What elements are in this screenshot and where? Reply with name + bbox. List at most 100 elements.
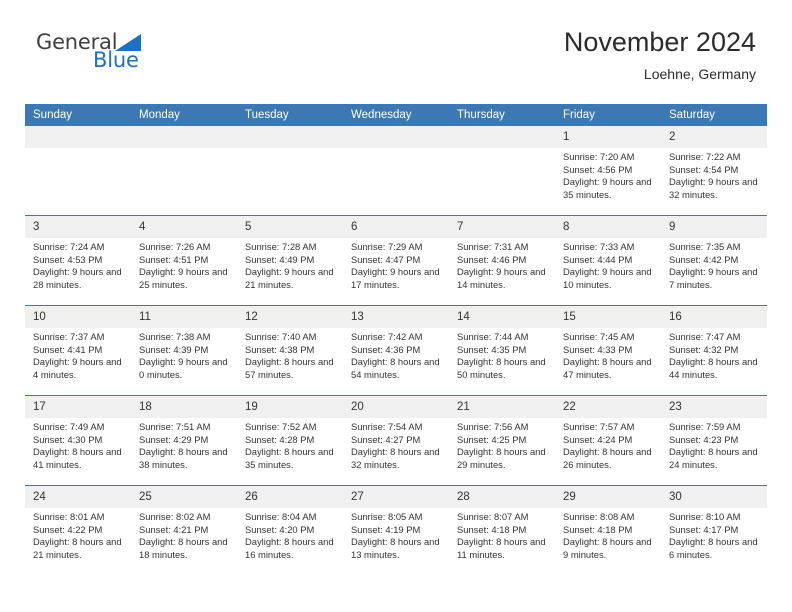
sunset-text: Sunset: 4:18 PM bbox=[563, 523, 633, 535]
day-number: 7 bbox=[449, 216, 555, 238]
calendar-day-cell-empty bbox=[131, 126, 237, 216]
sunset-text: Sunset: 4:18 PM bbox=[457, 523, 527, 535]
daylight-text: Daylight: 8 hours and 6 minutes. bbox=[669, 536, 758, 560]
sunset-text: Sunset: 4:24 PM bbox=[563, 433, 633, 445]
sunrise-text: Sunrise: 8:10 AM bbox=[669, 511, 741, 522]
day-number: 20 bbox=[343, 396, 449, 418]
sunrise-text: Sunrise: 7:52 AM bbox=[245, 421, 317, 432]
daylight-text: Daylight: 8 hours and 18 minutes. bbox=[139, 536, 228, 560]
calendar-day-cell[interactable]: 12 Sunrise: 7:40 AM Sunset: 4:38 PM Dayligh… bbox=[237, 305, 343, 396]
daylight-text: Daylight: 9 hours and 7 minutes. bbox=[669, 266, 758, 290]
calendar-day-cell[interactable]: 30 Sunrise: 8:10 AM Sunset: 4:17 PM Dayligh… bbox=[661, 485, 767, 575]
calendar-day-cell[interactable]: 14 Sunrise: 7:44 AM Sunset: 4:35 PM Dayligh… bbox=[449, 305, 555, 396]
daylight-text: Daylight: 8 hours and 44 minutes. bbox=[669, 356, 758, 380]
sunrise-text: Sunrise: 7:42 AM bbox=[351, 331, 423, 342]
sunrise-text: Sunrise: 7:56 AM bbox=[457, 421, 529, 432]
day-number: 26 bbox=[237, 486, 343, 508]
day-number: 3 bbox=[25, 216, 131, 238]
calendar-week-row: 3 Sunrise: 7:24 AM Sunset: 4:53 PM Daylight… bbox=[25, 215, 767, 306]
sunset-text: Sunset: 4:25 PM bbox=[457, 433, 527, 445]
calendar-day-cell[interactable]: 16 Sunrise: 7:47 AM Sunset: 4:32 PM Dayligh… bbox=[661, 305, 767, 396]
daylight-text: Daylight: 8 hours and 50 minutes. bbox=[457, 356, 546, 380]
day-number: 30 bbox=[661, 486, 767, 508]
calendar-week-row: 17 Sunrise: 7:49 AM Sunset: 4:30 PM Dayligh… bbox=[25, 395, 767, 486]
calendar-day-cell[interactable]: 26 Sunrise: 8:04 AM Sunset: 4:20 PM Dayligh… bbox=[237, 485, 343, 575]
sunset-text: Sunset: 4:21 PM bbox=[139, 523, 209, 535]
sunrise-text: Sunrise: 8:08 AM bbox=[563, 511, 635, 522]
calendar-body: 1 Sunrise: 7:20 AM Sunset: 4:56 PM Daylight… bbox=[25, 126, 767, 575]
sunrise-text: Sunrise: 8:04 AM bbox=[245, 511, 317, 522]
daylight-text: Daylight: 9 hours and 10 minutes. bbox=[563, 266, 652, 290]
calendar-day-cell[interactable]: 6 Sunrise: 7:29 AM Sunset: 4:47 PM Daylight… bbox=[343, 215, 449, 306]
sunset-text: Sunset: 4:47 PM bbox=[351, 253, 421, 265]
calendar-day-cell[interactable]: 25 Sunrise: 8:02 AM Sunset: 4:21 PM Dayligh… bbox=[131, 485, 237, 575]
calendar-day-cell[interactable]: 20 Sunrise: 7:54 AM Sunset: 4:27 PM Dayligh… bbox=[343, 395, 449, 486]
sunset-text: Sunset: 4:33 PM bbox=[563, 343, 633, 355]
brand-logo[interactable]: General Blue bbox=[36, 32, 236, 82]
page-header: General Blue November 2024 Loehne, Germa… bbox=[0, 0, 792, 82]
daylight-text: Daylight: 8 hours and 41 minutes. bbox=[33, 446, 122, 470]
calendar-day-cell[interactable]: 13 Sunrise: 7:42 AM Sunset: 4:36 PM Dayligh… bbox=[343, 305, 449, 396]
day-sun-info: Sunrise: 7:44 AM Sunset: 4:35 PM Daylight:… bbox=[449, 328, 555, 381]
weekday-header-wednesday: Wednesday bbox=[343, 104, 449, 126]
daylight-text: Daylight: 8 hours and 26 minutes. bbox=[563, 446, 652, 470]
daylight-text: Daylight: 8 hours and 29 minutes. bbox=[457, 446, 546, 470]
day-number: 19 bbox=[237, 396, 343, 418]
calendar-day-cell[interactable]: 5 Sunrise: 7:28 AM Sunset: 4:49 PM Daylight… bbox=[237, 215, 343, 306]
day-number: 16 bbox=[661, 306, 767, 328]
sunset-text: Sunset: 4:38 PM bbox=[245, 343, 315, 355]
calendar-day-cell[interactable]: 9 Sunrise: 7:35 AM Sunset: 4:42 PM Daylight… bbox=[661, 215, 767, 306]
calendar-day-cell-empty bbox=[449, 126, 555, 216]
calendar-day-cell[interactable]: 8 Sunrise: 7:33 AM Sunset: 4:44 PM Daylight… bbox=[555, 215, 661, 306]
calendar-day-cell[interactable]: 23 Sunrise: 7:59 AM Sunset: 4:23 PM Dayligh… bbox=[661, 395, 767, 486]
day-sun-info: Sunrise: 7:40 AM Sunset: 4:38 PM Daylight:… bbox=[237, 328, 343, 381]
calendar-day-cell[interactable]: 3 Sunrise: 7:24 AM Sunset: 4:53 PM Daylight… bbox=[25, 215, 131, 306]
calendar-day-cell-empty bbox=[25, 126, 131, 216]
calendar-day-cell[interactable]: 29 Sunrise: 8:08 AM Sunset: 4:18 PM Dayligh… bbox=[555, 485, 661, 575]
sunrise-text: Sunrise: 7:49 AM bbox=[33, 421, 105, 432]
day-number: 24 bbox=[25, 486, 131, 508]
weekday-header-thursday: Thursday bbox=[449, 104, 555, 126]
sunrise-text: Sunrise: 7:40 AM bbox=[245, 331, 317, 342]
calendar-week-row: 1 Sunrise: 7:20 AM Sunset: 4:56 PM Daylight… bbox=[25, 126, 767, 216]
day-number: 17 bbox=[25, 396, 131, 418]
calendar-day-cell[interactable]: 18 Sunrise: 7:51 AM Sunset: 4:29 PM Dayligh… bbox=[131, 395, 237, 486]
day-number bbox=[237, 126, 343, 148]
sunrise-text: Sunrise: 7:54 AM bbox=[351, 421, 423, 432]
day-number: 12 bbox=[237, 306, 343, 328]
calendar-day-cell[interactable]: 28 Sunrise: 8:07 AM Sunset: 4:18 PM Dayligh… bbox=[449, 485, 555, 575]
calendar-day-cell[interactable]: 11 Sunrise: 7:38 AM Sunset: 4:39 PM Dayligh… bbox=[131, 305, 237, 396]
calendar-day-cell[interactable]: 1 Sunrise: 7:20 AM Sunset: 4:56 PM Daylight… bbox=[555, 126, 661, 216]
day-number: 4 bbox=[131, 216, 237, 238]
calendar-week-row: 24 Sunrise: 8:01 AM Sunset: 4:22 PM Dayligh… bbox=[25, 485, 767, 575]
daylight-text: Daylight: 9 hours and 21 minutes. bbox=[245, 266, 334, 290]
day-number: 9 bbox=[661, 216, 767, 238]
daylight-text: Daylight: 9 hours and 35 minutes. bbox=[563, 176, 652, 200]
calendar-day-cell[interactable]: 19 Sunrise: 7:52 AM Sunset: 4:28 PM Dayligh… bbox=[237, 395, 343, 486]
calendar-day-cell[interactable]: 24 Sunrise: 8:01 AM Sunset: 4:22 PM Dayligh… bbox=[25, 485, 131, 575]
calendar-day-cell[interactable]: 4 Sunrise: 7:26 AM Sunset: 4:51 PM Daylight… bbox=[131, 215, 237, 306]
daylight-text: Daylight: 8 hours and 11 minutes. bbox=[457, 536, 546, 560]
daylight-text: Daylight: 8 hours and 21 minutes. bbox=[33, 536, 122, 560]
day-sun-info: Sunrise: 7:22 AM Sunset: 4:54 PM Daylight:… bbox=[661, 148, 767, 201]
daylight-text: Daylight: 9 hours and 14 minutes. bbox=[457, 266, 546, 290]
daylight-text: Daylight: 8 hours and 35 minutes. bbox=[245, 446, 334, 470]
calendar-day-cell[interactable]: 21 Sunrise: 7:56 AM Sunset: 4:25 PM Dayligh… bbox=[449, 395, 555, 486]
sunrise-text: Sunrise: 7:45 AM bbox=[563, 331, 635, 342]
sunrise-text: Sunrise: 7:26 AM bbox=[139, 241, 211, 252]
day-sun-info: Sunrise: 7:47 AM Sunset: 4:32 PM Daylight:… bbox=[661, 328, 767, 381]
daylight-text: Daylight: 9 hours and 17 minutes. bbox=[351, 266, 440, 290]
daylight-text: Daylight: 9 hours and 32 minutes. bbox=[669, 176, 758, 200]
day-sun-info: Sunrise: 8:05 AM Sunset: 4:19 PM Daylight:… bbox=[343, 508, 449, 561]
sunrise-text: Sunrise: 7:29 AM bbox=[351, 241, 423, 252]
calendar-day-cell[interactable]: 2 Sunrise: 7:22 AM Sunset: 4:54 PM Daylight… bbox=[661, 126, 767, 216]
calendar-day-cell[interactable]: 22 Sunrise: 7:57 AM Sunset: 4:24 PM Dayligh… bbox=[555, 395, 661, 486]
day-sun-info: Sunrise: 7:24 AM Sunset: 4:53 PM Daylight:… bbox=[25, 238, 131, 291]
daylight-text: Daylight: 8 hours and 32 minutes. bbox=[351, 446, 440, 470]
calendar-day-cell[interactable]: 27 Sunrise: 8:05 AM Sunset: 4:19 PM Dayligh… bbox=[343, 485, 449, 575]
calendar-day-cell[interactable]: 10 Sunrise: 7:37 AM Sunset: 4:41 PM Dayligh… bbox=[25, 305, 131, 396]
calendar-day-cell[interactable]: 15 Sunrise: 7:45 AM Sunset: 4:33 PM Dayligh… bbox=[555, 305, 661, 396]
calendar-day-cell[interactable]: 7 Sunrise: 7:31 AM Sunset: 4:46 PM Daylight… bbox=[449, 215, 555, 306]
day-sun-info: Sunrise: 8:01 AM Sunset: 4:22 PM Daylight:… bbox=[25, 508, 131, 561]
calendar-day-cell[interactable]: 17 Sunrise: 7:49 AM Sunset: 4:30 PM Dayligh… bbox=[25, 395, 131, 486]
